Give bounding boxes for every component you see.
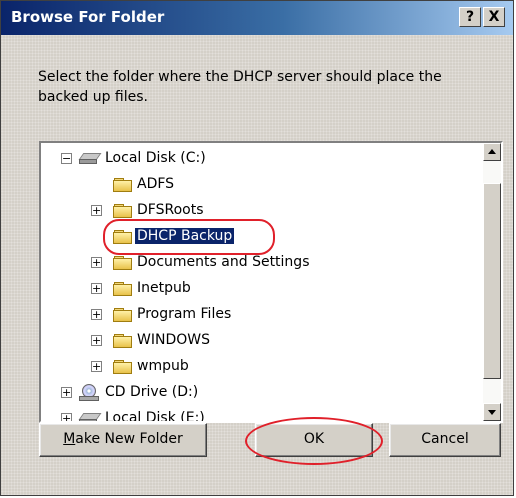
annotation-circle-ok <box>245 417 383 465</box>
tree-item-label: Documents and Settings <box>137 254 310 270</box>
close-button[interactable]: X <box>483 7 505 27</box>
cancel-button[interactable]: Cancel <box>389 423 501 457</box>
expand-icon[interactable]: + <box>61 413 72 421</box>
tree-item-label: Program Files <box>137 306 232 322</box>
make-new-folder-button[interactable]: Make New Folder <box>39 423 207 457</box>
folder-icon <box>113 359 133 375</box>
browse-for-folder-dialog: Browse For Folder ? X Select the folder … <box>0 0 514 496</box>
expand-icon[interactable]: + <box>61 387 72 398</box>
collapse-icon[interactable]: − <box>61 153 72 164</box>
tree-item-label: WINDOWS <box>137 332 210 348</box>
folder-icon <box>113 255 133 271</box>
tree-item-adfs[interactable]: ADFS <box>41 173 471 197</box>
tree-item-label: ADFS <box>137 176 175 192</box>
window-title: Browse For Folder <box>11 8 165 26</box>
scroll-thumb[interactable] <box>483 183 501 379</box>
title-bar[interactable]: Browse For Folder ? X <box>1 1 513 35</box>
arrow-down-icon <box>488 410 496 415</box>
expand-icon[interactable]: + <box>91 205 102 216</box>
expand-icon[interactable]: + <box>91 361 102 372</box>
folder-tree[interactable]: − Local Disk (C:) ADFS + DFSRoots DHCP B… <box>39 141 503 423</box>
scroll-up-button[interactable] <box>483 143 501 161</box>
tree-item-wmpub[interactable]: + wmpub <box>41 355 471 379</box>
expand-icon[interactable]: + <box>91 335 102 346</box>
tree-item-program-files[interactable]: + Program Files <box>41 303 471 327</box>
folder-icon <box>113 307 133 323</box>
scroll-down-button[interactable] <box>483 403 501 421</box>
tree-item-cd-drive-d[interactable]: + CD Drive (D:) <box>41 381 471 405</box>
expand-icon[interactable]: + <box>91 309 102 320</box>
tree-item-local-disk-c[interactable]: − Local Disk (C:) <box>41 147 471 171</box>
tree-item-inetpub[interactable]: + Inetpub <box>41 277 471 301</box>
instruction-text: Select the folder where the DHCP server … <box>38 69 442 105</box>
expand-icon[interactable]: + <box>91 257 102 268</box>
tree-item-label: CD Drive (D:) <box>105 384 199 400</box>
folder-icon <box>113 203 133 219</box>
folder-icon <box>113 333 133 349</box>
tree-item-label: Local Disk (C:) <box>105 150 206 166</box>
drive-icon <box>78 152 102 166</box>
vertical-scrollbar[interactable] <box>483 143 501 421</box>
tree-item-local-disk-e[interactable]: + Local Disk (E:) <box>41 407 471 423</box>
folder-icon <box>113 177 133 193</box>
tree-item-label: Local Disk (E:) <box>105 410 205 423</box>
expand-icon[interactable]: + <box>91 283 102 294</box>
cd-drive-icon <box>79 384 101 402</box>
tree-item-label: DFSRoots <box>137 202 204 218</box>
tree-item-windows[interactable]: + WINDOWS <box>41 329 471 353</box>
folder-icon <box>113 281 133 297</box>
tree-item-label: Inetpub <box>137 280 191 296</box>
arrow-up-icon <box>488 149 496 154</box>
help-button[interactable]: ? <box>459 7 481 27</box>
tree-item-label: wmpub <box>137 358 189 374</box>
make-new-folder-label: ake New Folder <box>75 431 183 447</box>
annotation-circle-dhcp-backup <box>103 219 275 255</box>
drive-icon <box>78 412 102 421</box>
mnemonic-m: M <box>63 431 76 447</box>
